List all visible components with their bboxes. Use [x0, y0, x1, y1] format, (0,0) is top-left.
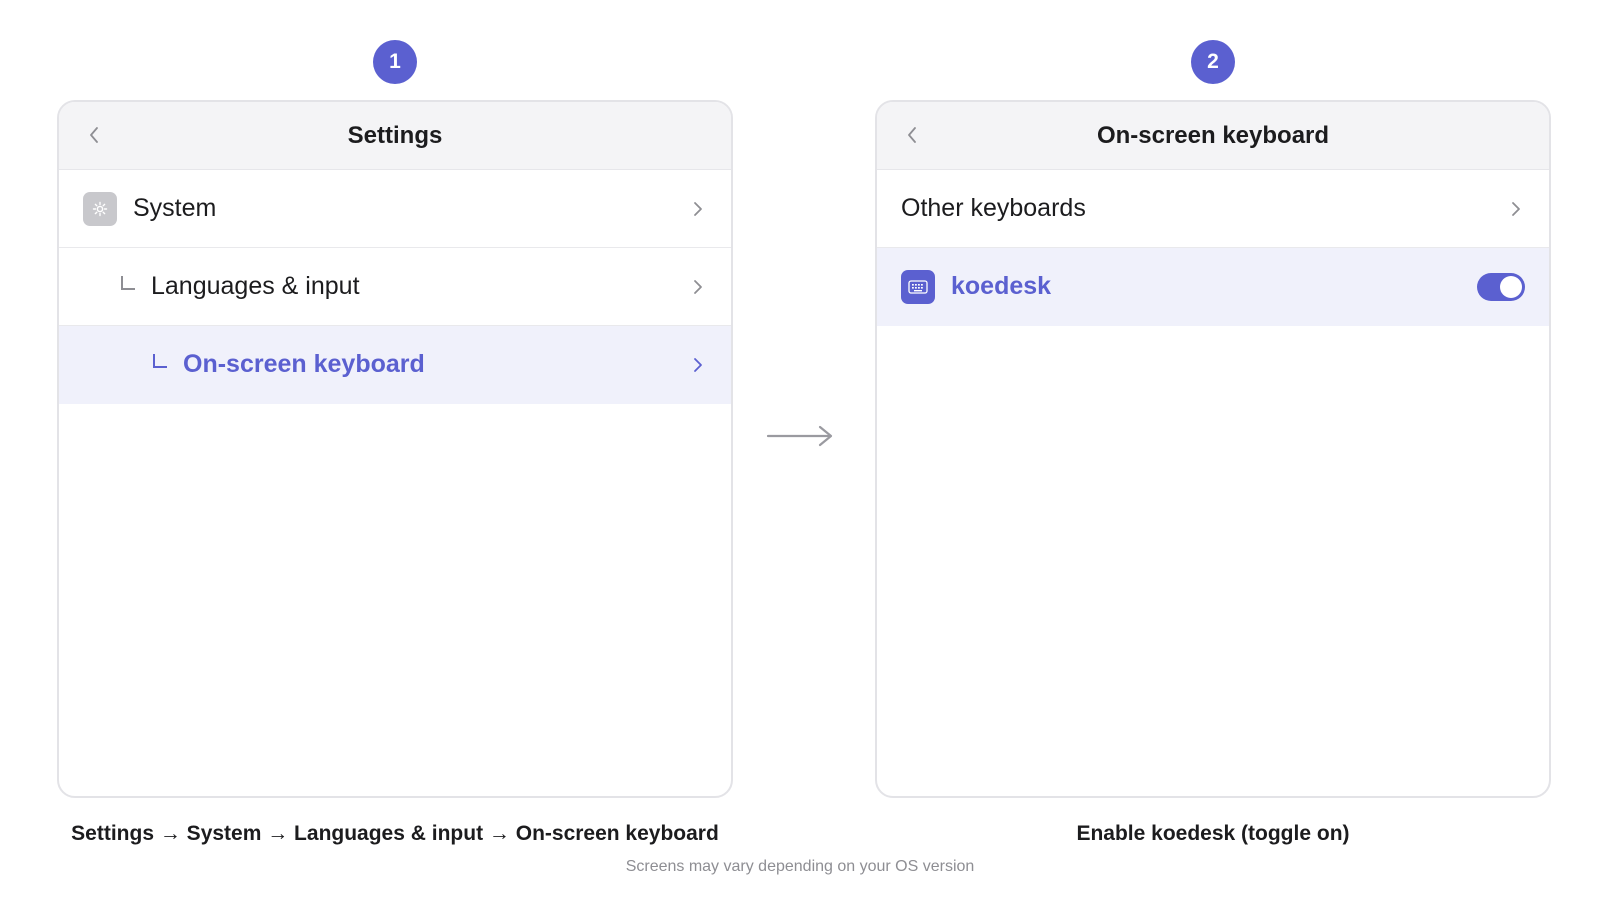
chevron-right-icon: [694, 280, 702, 294]
row-label: Languages & input: [151, 272, 360, 300]
row-other-keyboards[interactable]: Other keyboards: [877, 170, 1549, 248]
chevron-right-icon: [694, 358, 702, 372]
step-2-caption: Enable koedesk (toggle on): [1076, 822, 1350, 845]
on-screen-keyboard-header: On-screen keyboard: [877, 102, 1549, 170]
settings-screen-panel: Settings System Languages & input On-scr…: [57, 100, 733, 798]
step-1-caption: Settings → System → Languages & input → …: [71, 822, 719, 845]
settings-header: Settings: [59, 102, 731, 170]
arrow-right-icon: [766, 425, 833, 447]
footnote: Screens may vary depending on your OS ve…: [625, 858, 975, 875]
settings-row-languages-input[interactable]: Languages & input: [59, 248, 731, 326]
chevron-left-icon: [908, 127, 916, 143]
on-screen-keyboard-panel: On-screen keyboard Other keyboards koede…: [875, 100, 1551, 798]
back-button[interactable]: [901, 124, 923, 146]
row-label: koedesk: [951, 272, 1052, 300]
tree-branch-icon: [121, 275, 135, 290]
settings-row-system[interactable]: System: [59, 170, 731, 248]
settings-row-on-screen-keyboard[interactable]: On-screen keyboard: [59, 326, 731, 404]
step-2-badge: 2: [1191, 40, 1235, 84]
toggle-knob: [1500, 276, 1522, 298]
page-title: On-screen keyboard: [1096, 121, 1330, 149]
row-label: Other keyboards: [901, 194, 1086, 222]
row-label: System: [133, 194, 217, 222]
row-label: On-screen keyboard: [183, 350, 425, 378]
back-button[interactable]: [83, 124, 105, 146]
tree-branch-icon: [153, 353, 167, 368]
page-title: Settings: [347, 121, 443, 149]
chevron-right-icon: [1512, 202, 1520, 216]
row-koedesk-keyboard[interactable]: koedesk: [877, 248, 1549, 326]
chevron-left-icon: [90, 127, 98, 143]
koedesk-toggle[interactable]: [1477, 273, 1525, 301]
keyboard-icon: [901, 269, 935, 304]
step-1-badge: 1: [373, 40, 417, 84]
chevron-right-icon: [694, 202, 702, 216]
gear-icon: [83, 191, 117, 226]
